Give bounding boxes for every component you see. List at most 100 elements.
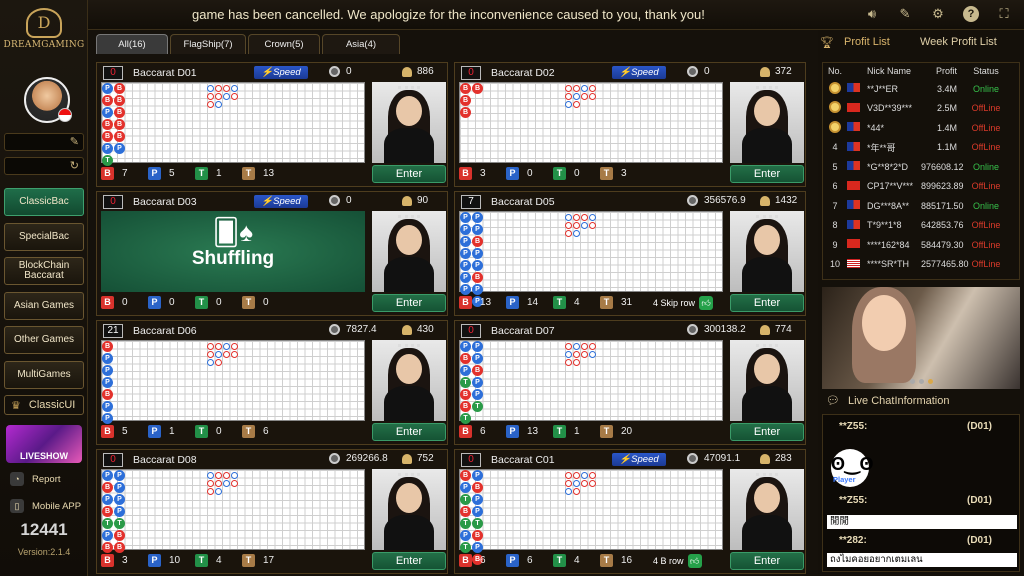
help-icon[interactable]: ? <box>963 6 979 22</box>
skip-row-badge: 4 B row 👍︎ <box>653 552 725 570</box>
player-count: 13 <box>527 426 539 437</box>
baccarat-table-card[interactable]: 0 Baccarat D08269266.8752PBPBTPBTPPPPTBB… <box>96 449 448 574</box>
bead-column: PPBPPBPP <box>472 212 483 307</box>
big-road-mark <box>215 480 222 487</box>
edit-icon[interactable]: ✎ <box>70 135 79 148</box>
nav-classicbac[interactable]: ClassicBac <box>4 188 84 216</box>
indonesia-flag-icon <box>58 108 72 122</box>
classic-ui-toggle[interactable]: ♛ ClassicUI <box>4 395 84 415</box>
thumbs-up-icon[interactable]: 👍︎ <box>687 554 702 568</box>
enter-button[interactable]: Enter <box>372 165 446 183</box>
baccarat-table-card[interactable]: 7 Baccarat D05356576.91432PPPPPPPPPPBPPB… <box>454 191 806 316</box>
chat-text: ถงไมคอยอยากเตมเลน <box>827 553 1017 567</box>
table-stats: B7 P5 T1 T 13 <box>101 167 289 180</box>
player-label: P <box>148 425 161 438</box>
enter-button[interactable]: Enter <box>730 294 804 312</box>
big-road-mark <box>207 480 214 487</box>
baccarat-table-card[interactable]: 0 Baccarat D02 ⚡Speed 0 372 B B B B Enter B3 P0 … <box>454 62 806 187</box>
gear-icon[interactable]: ⚙ <box>930 6 946 22</box>
enter-button[interactable]: Enter <box>730 552 804 570</box>
chips-value: 356576.9 <box>704 195 746 206</box>
big-road-mark <box>589 351 596 358</box>
tab-crown[interactable]: Crown(5) <box>248 34 320 54</box>
tab-asia[interactable]: Asia(4) <box>322 34 400 54</box>
total-count: 6 <box>263 426 269 437</box>
bead: T <box>460 377 471 388</box>
nickname: *44* <box>867 122 885 133</box>
bead: B <box>114 95 125 106</box>
person-icon <box>402 453 412 464</box>
balance-field[interactable]: ↻ <box>4 157 84 175</box>
chat-box[interactable]: **Z55: (D01) ʘ‿ʘ Player **Z55: (D01) 閒閒 … <box>822 414 1020 572</box>
chat-user: **282: <box>839 535 867 546</box>
report-link[interactable]: ◔ Report <box>4 469 84 489</box>
baccarat-table-card[interactable]: 0 Baccarat C01⚡Speed47091.1283BPTBTPTBPB… <box>454 449 806 574</box>
total-count: 16 <box>621 555 633 566</box>
speed-label: Speed <box>631 454 659 465</box>
baccarat-table-card[interactable]: 21 Baccarat D067827.4430BPPPBPPPEnter B5… <box>96 320 448 445</box>
nav-asian-games[interactable]: Asian Games <box>4 292 84 320</box>
big-road-mark <box>581 480 588 487</box>
nickname: *年**哥 <box>867 142 896 153</box>
bead: B <box>472 482 483 493</box>
nav-blockchain-baccarat[interactable]: BlockChain Baccarat <box>4 257 84 285</box>
baccarat-table-card[interactable]: 0 Baccarat D01 ⚡Speed 0 886 P B P B B P T B B B B B P Ent… <box>96 62 448 187</box>
tab-flagship[interactable]: FlagShip(7) <box>170 34 246 54</box>
bead: P <box>472 542 483 553</box>
baccarat-table-card[interactable]: 0 Baccarat D07 300138.2 774 P B P T B B T P P B P P T En… <box>454 320 806 445</box>
thumbs-up-icon[interactable]: 👍︎ <box>699 296 714 310</box>
sound-icon[interactable]: 🔊︎ <box>864 6 880 22</box>
nav-multigames[interactable]: MultiGames <box>4 361 84 389</box>
table-players: 886 <box>402 66 434 77</box>
enter-button[interactable]: Enter <box>372 423 446 441</box>
promo-banner[interactable] <box>822 287 1020 389</box>
big-road-mark <box>223 85 230 92</box>
bead: B <box>472 272 483 283</box>
chip-icon <box>687 453 698 464</box>
nav-specialbac[interactable]: SpecialBac <box>4 223 84 251</box>
enter-button[interactable]: Enter <box>730 423 804 441</box>
total-label: T <box>600 425 613 438</box>
enter-button[interactable]: Enter <box>372 294 446 312</box>
bead: B <box>102 542 113 553</box>
refresh-icon[interactable]: ↻ <box>70 159 79 172</box>
tie-count: 0 <box>574 168 580 179</box>
bead: T <box>472 518 483 529</box>
tab-week-profit-list[interactable]: Week Profit List <box>920 36 997 54</box>
person-icon <box>760 66 770 77</box>
brand-logo[interactable]: D DREAMGAMING <box>0 6 88 62</box>
enter-button[interactable]: Enter <box>372 552 446 570</box>
bead: B <box>460 353 471 364</box>
bead: P <box>472 353 483 364</box>
report-label: Report <box>32 473 61 485</box>
banker-count: 5 <box>122 426 128 437</box>
bead-column: B <box>472 83 483 94</box>
version-label: Version:2.1.4 <box>17 547 71 557</box>
fullscreen-icon[interactable]: ⛶ <box>996 6 1012 22</box>
big-road-mark <box>207 351 214 358</box>
big-road-mark <box>207 472 214 479</box>
baccarat-table-card[interactable]: 0 Baccarat D03 ⚡Speed 0 90 🂠♠ Shuffling Enter … <box>96 191 448 316</box>
bead: B <box>460 506 471 517</box>
banker-label: B <box>101 554 114 567</box>
nickname-field[interactable]: ✎ <box>4 133 84 151</box>
announcement-marquee: game has been cancelled. We apologize fo… <box>192 7 705 22</box>
tie-label: T <box>553 554 566 567</box>
tab-profit-list[interactable]: Profit List <box>844 36 920 54</box>
edit-note-icon[interactable]: ✎ <box>897 6 913 22</box>
profit-row: 4 *年**哥 1.1M OffLine <box>823 138 1019 158</box>
round-counter: 0 <box>103 194 123 209</box>
liveshow-banner[interactable]: LIVESHOW <box>6 425 82 463</box>
big-road-mark <box>565 472 572 479</box>
big-road-mark <box>581 472 588 479</box>
enter-button[interactable]: Enter <box>730 165 804 183</box>
mobile-app-link[interactable]: ▯ Mobile APP <box>4 496 84 516</box>
tab-all[interactable]: All(16) <box>96 34 168 54</box>
lightning-icon: ⚡ <box>619 67 632 78</box>
bead: T <box>102 518 113 529</box>
person-icon <box>760 324 770 335</box>
nav-other-games[interactable]: Other Games <box>4 326 84 354</box>
profit-value: 584479.30 <box>921 239 964 250</box>
profit-row: **J**ER 3.4M Online <box>823 79 1019 99</box>
chips-value: 300138.2 <box>704 324 746 335</box>
